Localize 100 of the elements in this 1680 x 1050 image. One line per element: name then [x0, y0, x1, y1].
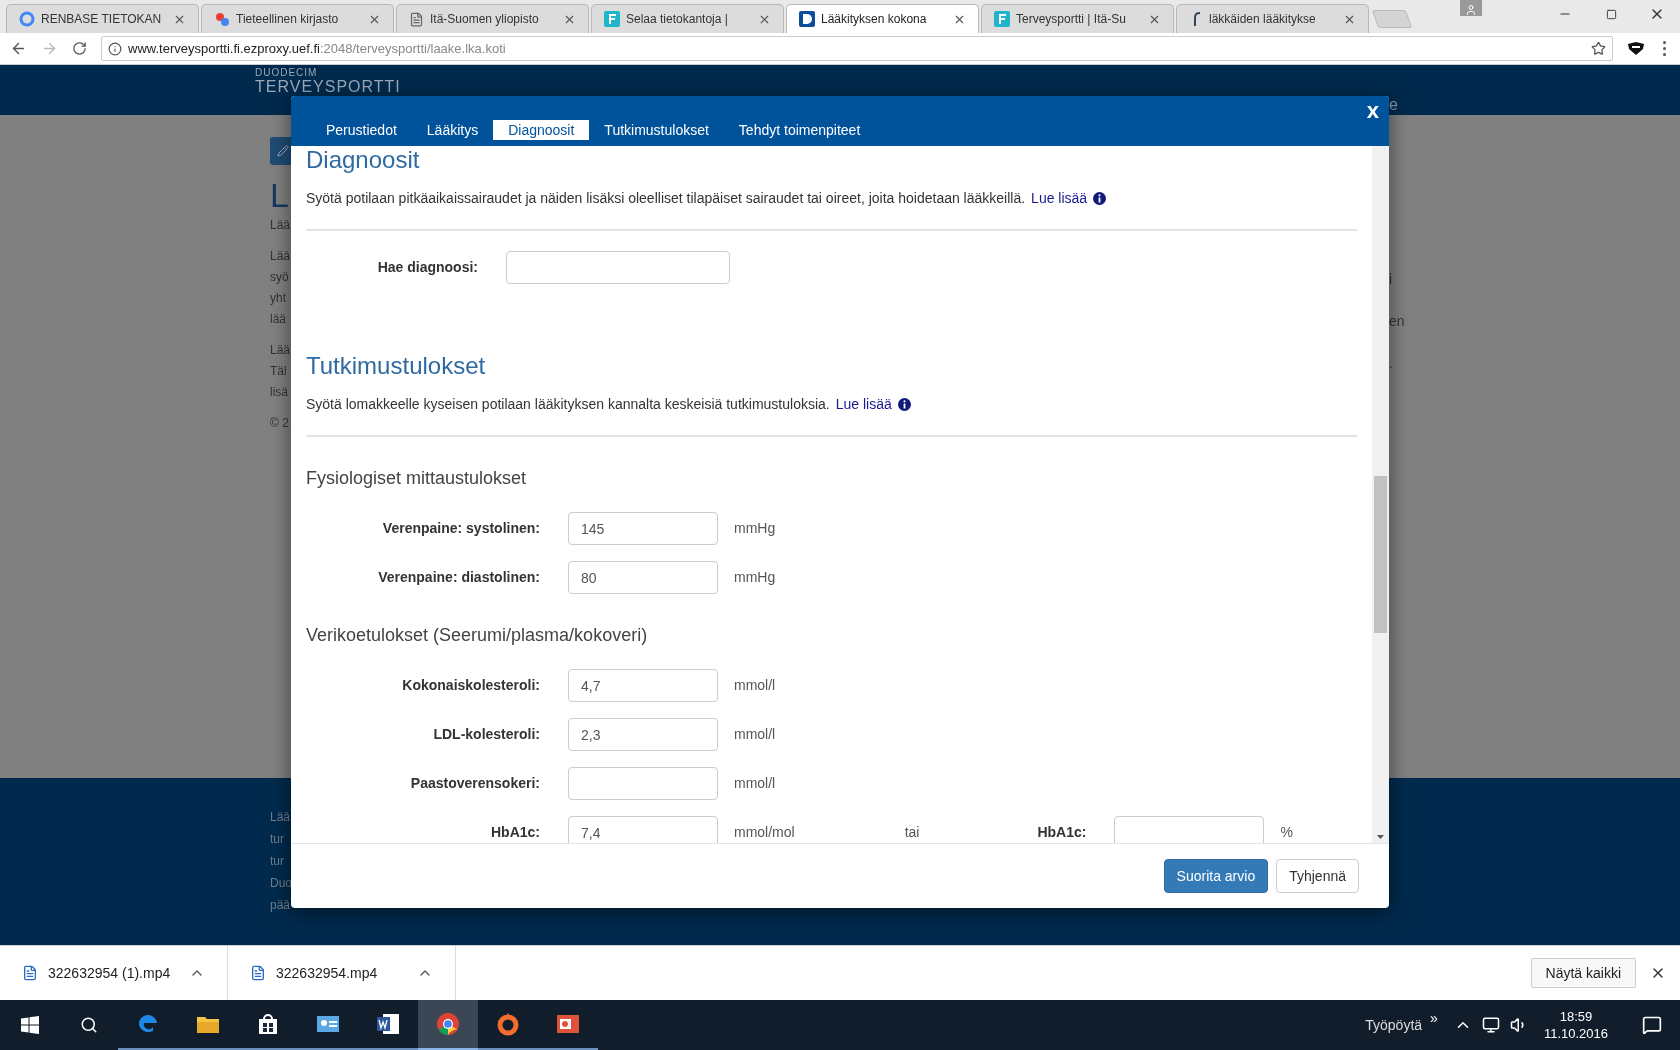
scroll-down-icon[interactable] [1377, 835, 1384, 839]
input-field[interactable] [506, 251, 730, 284]
reload-icon[interactable] [72, 41, 87, 56]
browser-tab[interactable]: Itä-Suomen yliopisto [396, 4, 589, 33]
address-field[interactable]: www.terveysportti.fi.ezproxy.uef.fi:2048/terveysportti/laake.lka.koti [101, 36, 1613, 61]
unit-label: mmol/l [734, 774, 776, 793]
document-icon [375, 1011, 401, 1037]
page-text: Lää [270, 217, 291, 234]
clock[interactable]: 18:59 11.10.2016 [1543, 1008, 1608, 1042]
section-description: Syötä lomakkeelle kyseisen potilaan lääkityksen kannalta keskeisiä tutkimustuloksia. [306, 395, 830, 414]
g-logo-icon [19, 11, 35, 27]
field-label: HbA1c: [1036, 823, 1088, 842]
restore-icon [1605, 8, 1617, 20]
header-text: e [1389, 95, 1399, 115]
section-description: Syötä potilaan pitkäaikaissairaudet ja näiden lisäksi oleelliset tilapäiset sairaudet tai oireet, joita hoidetaan lääkkeillä. [306, 189, 1026, 208]
field-label: Kokonaiskolesteroli: [401, 676, 541, 695]
page-text: yht [270, 290, 287, 307]
modal-tab[interactable]: Lääkitys [411, 120, 494, 140]
footer-text: pää [270, 897, 292, 914]
page-text: en [1389, 312, 1405, 331]
page-text: lää [270, 311, 287, 328]
field-label: Paastoverensokeri: [409, 774, 541, 793]
field-label: Verenpaine: diastolinen: [377, 568, 541, 587]
unit-label: mmol/l [734, 676, 776, 695]
footer-text: tur [270, 853, 285, 870]
pencil-icon [277, 145, 289, 157]
brand-tagline: DUODECIM [255, 68, 319, 78]
page-heading: L [270, 175, 290, 215]
browser-tab[interactable]: Selaa tietokantoja | [591, 4, 784, 33]
clear-button[interactable]: Tyhjennä [1276, 859, 1359, 893]
modal-tab[interactable]: Perustiedot [311, 120, 412, 140]
page-text: © 2 [270, 415, 290, 432]
back-icon[interactable] [10, 40, 27, 57]
bookmark-star-icon[interactable] [1591, 41, 1606, 56]
field-label: Verenpaine: systolinen: [381, 519, 541, 538]
browser-wheel-icon [435, 1011, 461, 1037]
show-all-button[interactable]: Näytä kaikki [1530, 958, 1636, 988]
read-more-link[interactable]: Lue lisää [835, 394, 892, 415]
input-field[interactable]: 4,7 [568, 669, 718, 702]
field-label: LDL-kolesteroli: [432, 725, 541, 744]
page-text: Lää [270, 342, 291, 359]
network-icon[interactable] [1481, 1016, 1500, 1034]
unit-label: mmHg [734, 568, 776, 587]
page-text: i [1389, 270, 1393, 289]
windows-logo-icon [21, 1016, 39, 1034]
input-field[interactable]: 7,4 [568, 816, 718, 843]
letter-tile-icon [994, 11, 1010, 27]
browser-tab[interactable]: RENBASE TIETOKAN [6, 4, 199, 33]
or-text: tai [904, 823, 920, 842]
browser-tab[interactable]: läkkäiden lääkitykse [1176, 4, 1369, 33]
modal-tab[interactable]: Tutkimustulokset [589, 120, 724, 140]
edit-button[interactable] [270, 137, 291, 165]
page-text: Lää [270, 248, 291, 265]
unit-label: mmHg [734, 519, 776, 538]
brand-name: TERVEYSPORTTI [255, 79, 401, 95]
section-heading: Diagnoosit [306, 146, 421, 174]
page-text: Täl [270, 363, 288, 380]
info-icon[interactable] [1093, 192, 1107, 205]
user-icon [1465, 4, 1477, 16]
section-heading: Tutkimustulokset [306, 352, 487, 380]
input-field[interactable] [1114, 816, 1265, 843]
page-text: . [1389, 354, 1393, 373]
submit-button[interactable]: Suorita arvio [1163, 859, 1269, 893]
square-logo-icon [799, 11, 815, 27]
page-text: syö [270, 269, 290, 286]
input-field[interactable]: 80 [568, 561, 718, 594]
more-toolbar-button[interactable]: » [1430, 1007, 1438, 1029]
modal-tab[interactable]: Diagnoosit [493, 120, 590, 140]
footer-text: Duo [270, 875, 292, 892]
group-heading: Fysiologiset mittaustulokset [306, 467, 528, 490]
browser-tab[interactable]: Terveysportti | Itä-Su [981, 4, 1174, 33]
field-label: Hae diagnoosi: [376, 258, 479, 277]
group-heading: Verikoetulokset (Seerumi/plasma/kokoveri) [306, 624, 649, 647]
page-text: lisä [270, 384, 289, 401]
unit-label: % [1280, 823, 1293, 842]
scrollbar[interactable] [1372, 146, 1389, 843]
read-more-link[interactable]: Lue lisää [1031, 188, 1088, 209]
unit-label: mmol/l [734, 725, 776, 744]
file-icon [22, 965, 38, 981]
file-icon [250, 965, 266, 981]
scrollbar-thumb[interactable] [1374, 476, 1387, 633]
browser-tab[interactable]: Tieteellinen kirjasto [201, 4, 394, 33]
shield-icon[interactable] [1627, 40, 1645, 57]
input-field[interactable]: 2,3 [568, 718, 718, 751]
input-field[interactable]: 145 [568, 512, 718, 545]
unit-label: mmol/mol [734, 823, 795, 842]
browser-tab[interactable]: Lääkityksen kokona [786, 4, 979, 33]
ring-icon [495, 1011, 521, 1037]
info-icon[interactable] [897, 398, 911, 411]
footer-text: Lää [270, 809, 292, 826]
page-icon [409, 11, 424, 27]
modal-tab[interactable]: Tehdyt toimenpiteet [723, 120, 876, 140]
desktop-label[interactable]: Työpöytä [1365, 1014, 1423, 1036]
info-icon[interactable] [108, 41, 122, 56]
input-field[interactable] [568, 767, 718, 800]
close-button[interactable]: x [1366, 100, 1379, 122]
footer-text: tur [270, 831, 285, 848]
notifications-icon[interactable] [1642, 1015, 1662, 1035]
search-icon [80, 1016, 98, 1034]
letter-tile-icon [604, 11, 620, 27]
